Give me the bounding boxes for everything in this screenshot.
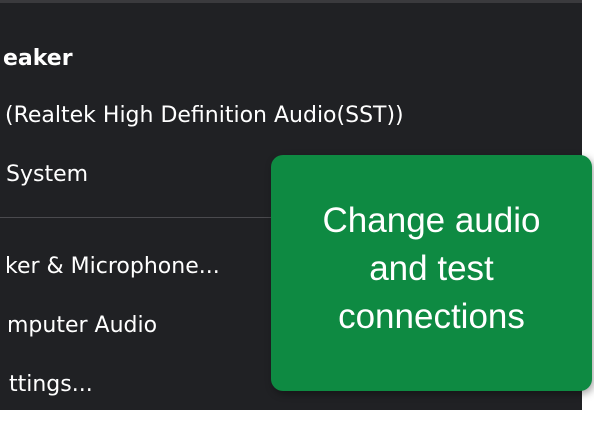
menu-divider (0, 217, 300, 218)
tooltip-callout: Change audio and test connections (271, 155, 592, 391)
menu-item-label: System (6, 162, 89, 187)
menu-item-label: ker & Microphone... (5, 254, 220, 279)
tooltip-line-1: Change audio (322, 201, 541, 240)
tooltip-line-3: connections (338, 297, 525, 336)
menu-item-label: mputer Audio (7, 313, 158, 338)
menu-item-realtek-speaker[interactable]: (Realtek High Definition Audio(SST)) (5, 102, 582, 130)
tooltip-text: Change audio and test connections (282, 197, 582, 341)
speaker-section-heading: eaker (3, 45, 582, 73)
menu-item-label: ttings... (9, 372, 93, 397)
tooltip-line-2: and test (369, 249, 494, 288)
section-heading-text: eaker (3, 46, 73, 71)
menu-item-label: (Realtek High Definition Audio(SST)) (5, 103, 404, 128)
